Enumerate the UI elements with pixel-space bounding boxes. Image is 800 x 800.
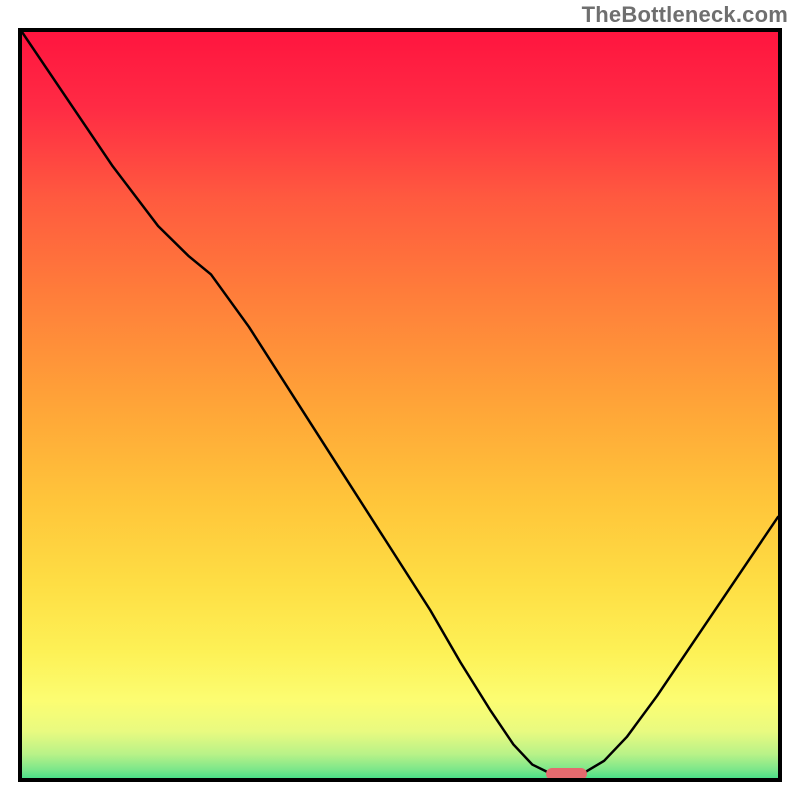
bottleneck-curve [22, 32, 778, 778]
plot-area [18, 28, 782, 782]
watermark-text: TheBottleneck.com [582, 2, 788, 28]
chart-frame: TheBottleneck.com [0, 0, 800, 800]
optimal-marker [546, 768, 588, 780]
